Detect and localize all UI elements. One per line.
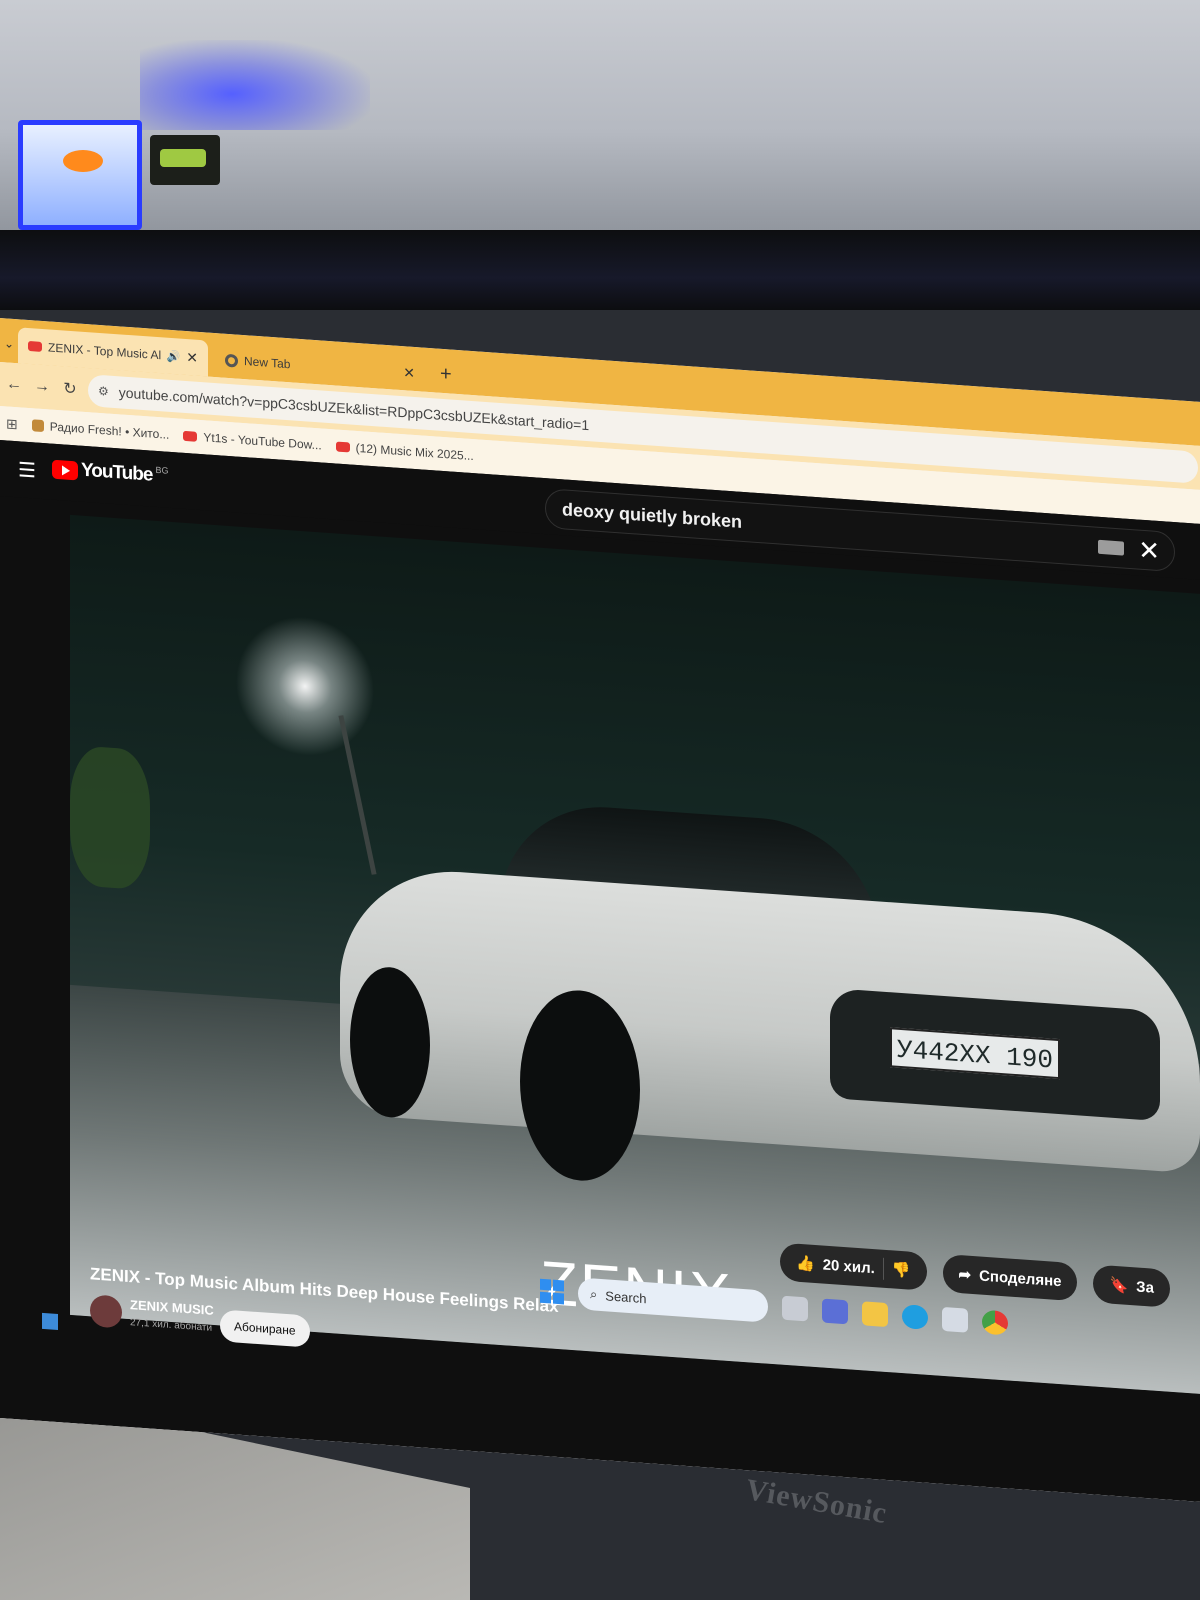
thumbs-down-icon[interactable]: 👎: [892, 1260, 911, 1279]
reload-icon[interactable]: ↻: [56, 378, 84, 400]
monitor-screen: ⌄ ZENIX - Top Music Album H 🔊 ✕ New Tab …: [0, 318, 1200, 1502]
taskbar-search[interactable]: ⌕ Search: [578, 1277, 768, 1323]
chrome-icon[interactable]: [982, 1309, 1008, 1336]
youtube-wordmark: YouTube: [81, 459, 153, 486]
save-label: За: [1136, 1277, 1154, 1297]
street-lamp-glow: [230, 606, 380, 767]
clear-search-icon[interactable]: ✕: [1138, 534, 1160, 567]
task-view-icon[interactable]: [782, 1295, 808, 1322]
neon-sign-lettering: [160, 149, 206, 167]
keyboard-icon[interactable]: [1098, 539, 1125, 556]
channel-name[interactable]: ZENIX MUSIC: [130, 1297, 214, 1318]
bookmark-music-mix[interactable]: (12) Music Mix 2025...: [335, 439, 474, 464]
tree: [70, 744, 150, 891]
neon-sign: [150, 135, 220, 185]
bookmark-label: (12) Music Mix 2025...: [355, 440, 474, 464]
speaker-icon[interactable]: 🔊: [167, 349, 181, 363]
bookmark-label: Yt1s - YouTube Dow...: [203, 430, 322, 453]
monitor-top-bezel: [0, 230, 1200, 310]
youtube-icon: [335, 441, 350, 453]
tab-title: New Tab: [244, 354, 291, 372]
bookmark-label: Радио Fresh! • Хито...: [49, 419, 170, 442]
search-icon: ⌕: [590, 1286, 598, 1302]
fridge-logo: [63, 150, 103, 172]
thumbs-up-icon[interactable]: 👍: [796, 1254, 815, 1273]
file-explorer-icon[interactable]: [862, 1301, 888, 1328]
youtube-logo[interactable]: YouTube BG: [52, 458, 168, 488]
close-tab-icon[interactable]: ✕: [186, 349, 198, 367]
new-tab-plus-icon[interactable]: +: [440, 363, 452, 387]
subscribe-button[interactable]: Абониране: [220, 1309, 310, 1348]
close-tab-icon[interactable]: ✕: [403, 364, 415, 382]
room-background: [0, 0, 1200, 240]
menu-icon[interactable]: ☰: [18, 457, 36, 483]
share-label: Споделяне: [979, 1266, 1062, 1290]
share-icon: ➦: [958, 1266, 972, 1284]
divider: [882, 1257, 884, 1280]
forward-arrow-icon[interactable]: →: [28, 377, 56, 397]
bookmark-radio-fresh[interactable]: Радио Fresh! • Хито...: [31, 418, 170, 442]
bookmark-yt1s[interactable]: Yt1s - YouTube Dow...: [183, 429, 322, 453]
site-info-icon[interactable]: ⚙: [98, 384, 109, 399]
back-arrow-icon[interactable]: ←: [0, 375, 28, 395]
taskbar-search-label: Search: [605, 1287, 647, 1306]
subscriber-count: 27,1 хил. абонати: [130, 1317, 213, 1334]
monitor-brand: ViewSonic: [743, 1472, 890, 1531]
teams-icon[interactable]: [822, 1298, 848, 1325]
drink-fridge: [18, 120, 142, 230]
windows-tile-icon: [42, 1312, 58, 1331]
radio-icon: [31, 419, 44, 433]
chrome-favicon-icon: [225, 353, 238, 368]
windows-start-icon[interactable]: [540, 1278, 564, 1305]
tab-title: ZENIX - Top Music Album H: [48, 340, 161, 363]
save-button[interactable]: 🔖 За: [1093, 1264, 1170, 1308]
country-code: BG: [155, 464, 169, 476]
youtube-favicon-icon: [28, 340, 42, 352]
store-icon[interactable]: [942, 1306, 968, 1333]
edge-icon[interactable]: [902, 1304, 928, 1330]
avatar[interactable]: [90, 1294, 122, 1329]
like-count[interactable]: 20 хил.: [823, 1256, 875, 1277]
apps-grid-icon[interactable]: ⊞: [6, 415, 18, 433]
youtube-icon: [183, 430, 198, 442]
bookmark-icon: 🔖: [1109, 1276, 1129, 1295]
ceiling-light: [140, 40, 370, 130]
youtube-play-icon: [52, 459, 78, 480]
tab-search-chevron-icon[interactable]: ⌄: [4, 336, 14, 351]
